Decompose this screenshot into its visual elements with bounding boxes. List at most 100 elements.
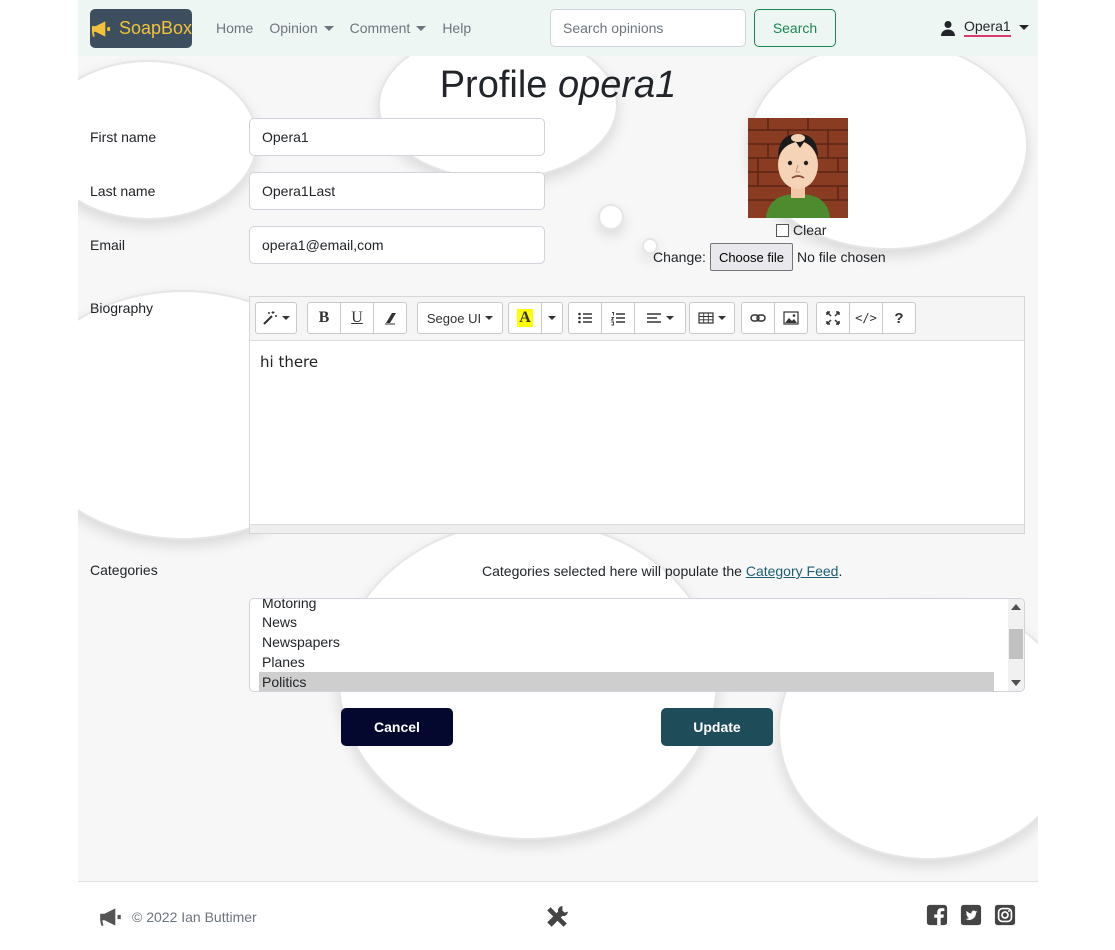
page-title: Profile opera1 bbox=[78, 64, 1038, 107]
help-button[interactable]: ? bbox=[882, 302, 916, 334]
categories-scrollbar[interactable] bbox=[1008, 599, 1024, 691]
scroll-up-icon[interactable] bbox=[1011, 604, 1021, 610]
link-icon bbox=[750, 314, 766, 322]
footer: © 2022 Ian Buttimer bbox=[78, 882, 1038, 950]
font-style-group: B U bbox=[307, 302, 407, 334]
change-avatar-row: Change: Choose file No file chosen bbox=[653, 243, 886, 271]
choose-file-button[interactable]: Choose file bbox=[709, 243, 793, 271]
fullscreen-button[interactable] bbox=[816, 302, 850, 334]
categories-note-text: Categories selected here will populate t… bbox=[482, 563, 742, 579]
unordered-list-button[interactable] bbox=[568, 302, 602, 334]
font-name-dropdown[interactable]: Segoe UI bbox=[417, 302, 503, 334]
nav-comment-dropdown[interactable]: Comment bbox=[350, 20, 427, 36]
caret-down-icon bbox=[323, 25, 334, 31]
cancel-button[interactable]: Cancel bbox=[341, 708, 453, 746]
nav-home[interactable]: Home bbox=[216, 20, 253, 36]
last-name-field[interactable] bbox=[249, 172, 545, 210]
background-bubble bbox=[598, 204, 624, 230]
tools-icon bbox=[547, 906, 568, 927]
brand-name: SoapBox bbox=[118, 18, 192, 38]
instagram-icon[interactable] bbox=[994, 904, 1016, 926]
file-status: No file chosen bbox=[796, 249, 886, 265]
nav-help[interactable]: Help bbox=[442, 20, 471, 36]
underline-button[interactable]: U bbox=[340, 302, 374, 334]
biography-editor: B U Segoe UI A </> ? hi there bbox=[249, 296, 1025, 534]
megaphone-icon bbox=[91, 20, 111, 37]
caret-down-icon bbox=[1018, 25, 1029, 30]
code-icon: </> bbox=[855, 311, 877, 325]
last-name-label: Last name bbox=[90, 183, 156, 199]
category-option[interactable]: Newspapers bbox=[262, 632, 340, 652]
category-option[interactable]: News bbox=[262, 612, 297, 632]
brand-logo[interactable]: SoapBox bbox=[90, 9, 192, 48]
nav-comment-label: Comment bbox=[349, 20, 411, 36]
bold-button[interactable]: B bbox=[307, 302, 341, 334]
search-input[interactable] bbox=[550, 9, 746, 47]
style-magic-button[interactable] bbox=[255, 302, 297, 334]
caret-down-icon bbox=[718, 316, 726, 320]
megaphone-icon bbox=[100, 908, 121, 926]
footer-social bbox=[926, 904, 1016, 926]
insert-link-button[interactable] bbox=[741, 302, 775, 334]
clear-avatar-label: Clear bbox=[793, 222, 827, 238]
avatar-portrait bbox=[748, 118, 848, 218]
expand-icon bbox=[826, 311, 840, 325]
user-icon bbox=[941, 20, 955, 36]
color-group: A bbox=[508, 302, 563, 334]
user-menu-dropdown[interactable]: Opera1 bbox=[940, 18, 1029, 37]
view-group: </> ? bbox=[816, 302, 916, 334]
twitter-icon[interactable] bbox=[960, 904, 982, 926]
ordered-list-button[interactable] bbox=[601, 302, 635, 334]
clear-avatar[interactable]: Clear bbox=[776, 222, 826, 238]
footer-tools[interactable] bbox=[544, 904, 570, 935]
align-left-icon bbox=[647, 313, 661, 323]
clear-avatar-checkbox[interactable] bbox=[776, 223, 789, 237]
eraser-icon bbox=[385, 313, 396, 325]
page-title-prefix: Profile bbox=[439, 64, 548, 106]
numbered-list-icon bbox=[610, 312, 625, 326]
first-name-label: First name bbox=[90, 129, 157, 145]
caret-down-icon bbox=[548, 316, 556, 320]
color-dropdown-button[interactable] bbox=[541, 302, 563, 334]
editor-resize-bar[interactable] bbox=[250, 524, 1024, 533]
facebook-icon[interactable] bbox=[926, 904, 948, 926]
insert-table-dropdown[interactable] bbox=[689, 302, 735, 334]
category-option[interactable]: Planes bbox=[262, 652, 305, 672]
caret-down-icon bbox=[282, 316, 290, 320]
insert-image-button[interactable] bbox=[774, 302, 808, 334]
category-option[interactable]: Motoring bbox=[262, 599, 316, 613]
text-color-icon: A bbox=[517, 309, 533, 327]
paragraph-group bbox=[568, 302, 686, 334]
caret-down-icon bbox=[485, 316, 494, 320]
magic-wand-icon bbox=[263, 311, 277, 325]
scroll-down-icon[interactable] bbox=[1011, 680, 1021, 686]
nav-home-label: Home bbox=[216, 20, 254, 36]
category-option-selected[interactable]: Politics bbox=[259, 672, 994, 691]
footer-copyright: © 2022 Ian Buttimer bbox=[98, 904, 257, 930]
underline-icon: U bbox=[351, 309, 363, 326]
categories-select[interactable]: Motoring News Newspapers Planes Politics bbox=[249, 598, 1025, 692]
nav-links: Home Opinion Comment Help bbox=[216, 0, 471, 56]
page-container: SoapBox Home Opinion Comment Help Search… bbox=[78, 0, 1038, 950]
category-feed-link[interactable]: Category Feed bbox=[746, 563, 839, 579]
email-field[interactable] bbox=[249, 226, 545, 264]
paragraph-align-dropdown[interactable] bbox=[634, 302, 686, 334]
highlight-color-button[interactable]: A bbox=[508, 302, 542, 334]
table-icon bbox=[698, 312, 714, 324]
clear-format-button[interactable] bbox=[373, 302, 407, 334]
style-group bbox=[255, 302, 297, 334]
categories-note-period: . bbox=[838, 563, 843, 579]
biography-label: Biography bbox=[90, 300, 154, 316]
biography-text[interactable]: hi there bbox=[260, 353, 318, 371]
first-name-field[interactable] bbox=[249, 118, 545, 156]
caret-down-icon bbox=[666, 316, 674, 320]
copyright-text: © 2022 Ian Buttimer bbox=[132, 909, 257, 925]
code-view-button[interactable]: </> bbox=[849, 302, 883, 334]
search-button[interactable]: Search bbox=[754, 9, 836, 47]
bullet-list-icon bbox=[578, 312, 592, 324]
editor-toolbar: B U Segoe UI A </> ? bbox=[250, 297, 1024, 341]
page-title-username: opera1 bbox=[557, 64, 677, 106]
scroll-thumb[interactable] bbox=[1009, 629, 1023, 659]
nav-opinion-dropdown[interactable]: Opinion bbox=[269, 20, 334, 36]
update-button[interactable]: Update bbox=[661, 708, 773, 746]
